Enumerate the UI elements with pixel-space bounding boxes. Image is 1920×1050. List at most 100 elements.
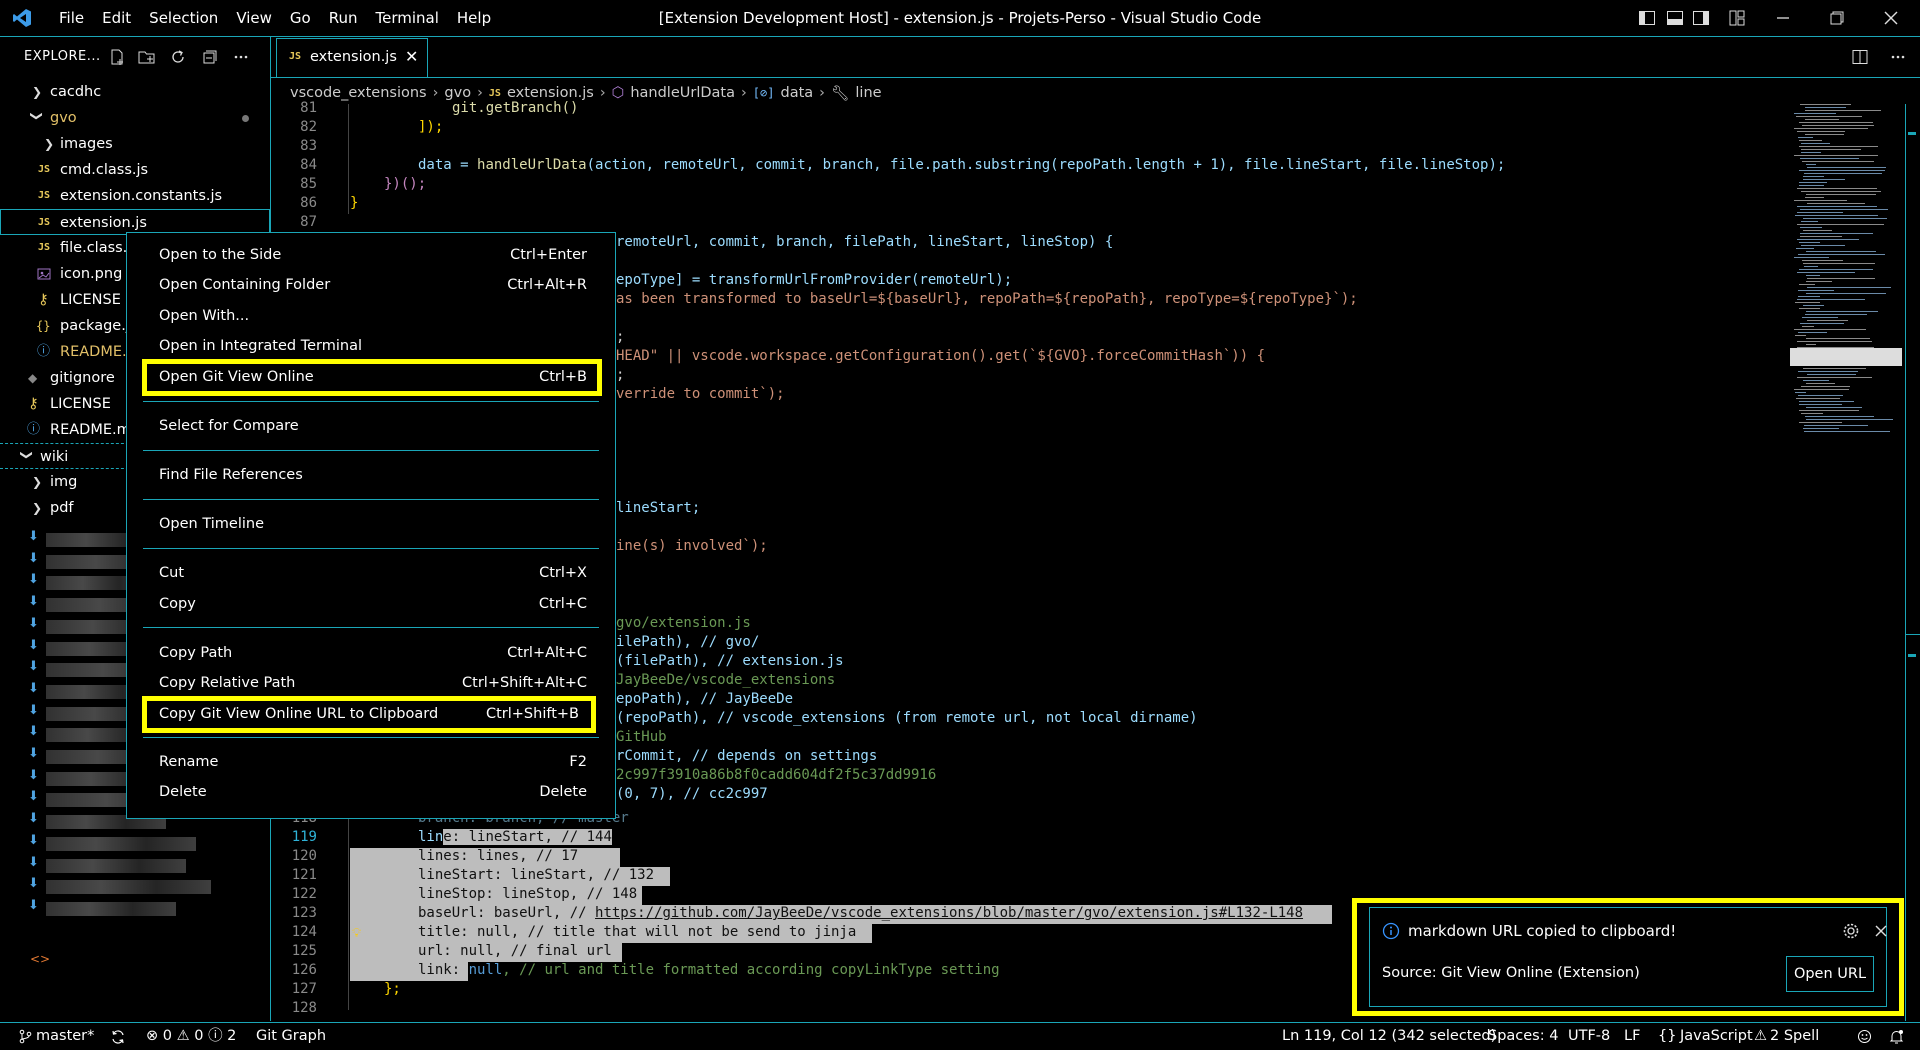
breadcrumb-item[interactable]: line: [855, 85, 881, 101]
chevron-right-icon: ›: [432, 85, 439, 101]
tree-folder-gvo[interactable]: ❯ gvo: [0, 105, 270, 131]
language-mode[interactable]: JavaScript: [1680, 1023, 1753, 1050]
menu-item-label: Open in Integrated Terminal: [159, 338, 362, 354]
sync-icon[interactable]: [110, 1029, 126, 1045]
menu-item-copy-git-view-online-url[interactable]: Copy Git View Online URL to Clipboard Ctr…: [159, 701, 579, 727]
toggle-sidebar-icon[interactable]: [1638, 9, 1656, 27]
customize-layout-icon[interactable]: [1728, 9, 1746, 27]
minimap-line: [1795, 215, 1878, 216]
menu-file[interactable]: File: [50, 0, 93, 36]
code-line-selected: lineStart: lineStart, // 132: [418, 867, 655, 883]
tree-folder-cacdhc[interactable]: ❯ cacdhc: [0, 79, 270, 105]
close-icon[interactable]: [1872, 922, 1890, 940]
toggle-panel-icon[interactable]: [1666, 9, 1684, 27]
indentation-setting[interactable]: Spaces: 4: [1488, 1023, 1558, 1050]
js-file-icon: JS: [38, 164, 51, 175]
close-window-icon[interactable]: [1882, 9, 1900, 27]
minimap-line: [1797, 239, 1859, 240]
eol-setting[interactable]: LF: [1624, 1023, 1640, 1050]
tab-extension-js[interactable]: JS extension.js ✕: [276, 38, 428, 77]
url-link[interactable]: https://github.com/JayBeeDe/vscode_exten…: [595, 905, 1303, 921]
code-token: , // url and title formatted according c…: [502, 962, 1000, 978]
new-folder-icon[interactable]: [138, 48, 156, 66]
minimap-line: [1799, 401, 1854, 402]
menu-run[interactable]: Run: [320, 0, 367, 36]
code-fragment: rCommit, // depends on settings: [616, 748, 878, 764]
feedback-icon[interactable]: [1856, 1028, 1873, 1045]
new-file-icon[interactable]: [108, 48, 126, 66]
menu-item-copy-path[interactable]: Copy Path Ctrl+Alt+C: [159, 640, 587, 666]
close-tab-icon[interactable]: ✕: [405, 47, 418, 66]
tree-folder-images[interactable]: ❯ images: [0, 131, 270, 157]
notification-toast: markdown URL copied to clipboard! Source…: [1352, 898, 1904, 1016]
menu-go[interactable]: Go: [281, 0, 320, 36]
minimap-line: [1798, 137, 1813, 138]
menu-item-copy[interactable]: Copy Ctrl+C: [159, 591, 587, 617]
menu-help[interactable]: Help: [448, 0, 500, 36]
menu-selection[interactable]: Selection: [140, 0, 227, 36]
breadcrumb-item[interactable]: handleUrlData: [630, 85, 735, 101]
spell-checker-status[interactable]: 2 Spell: [1770, 1023, 1819, 1050]
open-url-button[interactable]: Open URL: [1786, 956, 1874, 992]
menu-item-delete[interactable]: Delete Delete: [159, 779, 587, 805]
menu-item-select-for-compare[interactable]: Select for Compare: [159, 413, 587, 439]
breadcrumb-item[interactable]: extension.js: [507, 85, 594, 101]
menu-terminal[interactable]: Terminal: [367, 0, 448, 36]
git-graph-button[interactable]: Git Graph: [256, 1023, 326, 1050]
tree-item-label: pdf: [50, 500, 74, 516]
restore-icon[interactable]: [1828, 9, 1846, 27]
cursor-position[interactable]: Ln 119, Col 12 (342 selected): [1282, 1023, 1496, 1050]
menu-item-shortcut: Ctrl+Shift+Alt+C: [462, 675, 587, 691]
editor-scrollbar[interactable]: [1905, 104, 1920, 1021]
minimap-line: [1806, 407, 1862, 408]
menu-item-rename[interactable]: Rename F2: [159, 749, 587, 775]
menu-item-cut[interactable]: Cut Ctrl+X: [159, 560, 587, 586]
menu-edit[interactable]: Edit: [93, 0, 140, 36]
split-editor-icon[interactable]: [1851, 48, 1869, 66]
menu-item-open-to-the-side[interactable]: Open to the Side Ctrl+Enter: [159, 242, 587, 268]
bell-icon[interactable]: [1888, 1028, 1905, 1045]
collapse-all-icon[interactable]: [201, 48, 219, 66]
tree-item-label: LICENSE: [50, 396, 111, 412]
editor-more-actions-icon[interactable]: [1889, 48, 1907, 66]
breadcrumb-item[interactable]: gvo: [444, 85, 471, 101]
minimap-line: [1797, 212, 1843, 213]
menu-view[interactable]: View: [227, 0, 281, 36]
line-number: 128: [291, 1000, 317, 1016]
breadcrumb-item[interactable]: data: [780, 85, 813, 101]
toggle-secondary-sidebar-icon[interactable]: [1692, 9, 1710, 27]
problems-indicator[interactable]: ⊗ 0 ⚠ 0 ⓘ 2: [146, 1023, 236, 1050]
menu-item-open-timeline[interactable]: Open Timeline: [159, 511, 587, 537]
minimap-line: [1807, 167, 1886, 168]
menu-item-shortcut: Ctrl+Enter: [510, 247, 587, 263]
encoding-setting[interactable]: UTF-8: [1568, 1023, 1610, 1050]
code-token: null: [468, 962, 503, 978]
minimap-line: [1805, 314, 1867, 315]
minimize-icon[interactable]: [1774, 9, 1792, 27]
tree-file-cmd-class-js[interactable]: JS cmd.class.js: [0, 157, 270, 183]
menu-item-open-in-integrated-terminal[interactable]: Open in Integrated Terminal: [159, 333, 587, 359]
tree-item-label: gitignore: [50, 370, 115, 386]
menu-item-open-git-view-online[interactable]: Open Git View Online Ctrl+B: [159, 364, 587, 390]
minimap-line: [1806, 281, 1832, 282]
refresh-icon[interactable]: [169, 48, 187, 66]
minimap[interactable]: [1790, 104, 1910, 444]
menu-item-label: Copy Relative Path: [159, 675, 296, 691]
menu-item-open-containing-folder[interactable]: Open Containing Folder Ctrl+Alt+R: [159, 272, 587, 298]
line-number: 84: [300, 157, 317, 173]
code-token: data =: [418, 157, 478, 173]
menu-item-find-file-references[interactable]: Find File References: [159, 462, 587, 488]
tree-file-extension-constants-js[interactable]: JS extension.constants.js: [0, 183, 270, 209]
minimap-line: [1803, 176, 1824, 177]
minimap-line: [1805, 119, 1839, 120]
minimap-line: [1797, 272, 1855, 273]
breadcrumb-item[interactable]: vscode_extensions: [290, 85, 427, 101]
menu-item-label: Open Git View Online: [159, 369, 314, 385]
gear-icon[interactable]: [1842, 922, 1860, 940]
more-actions-icon[interactable]: [232, 48, 250, 66]
indent-guide: [348, 810, 349, 1010]
menu-item-open-with[interactable]: Open With...: [159, 303, 587, 329]
lightbulb-icon[interactable]: 💡︎: [352, 926, 361, 941]
branch-indicator[interactable]: master*: [36, 1023, 94, 1050]
menu-item-copy-relative-path[interactable]: Copy Relative Path Ctrl+Shift+Alt+C: [159, 670, 587, 696]
